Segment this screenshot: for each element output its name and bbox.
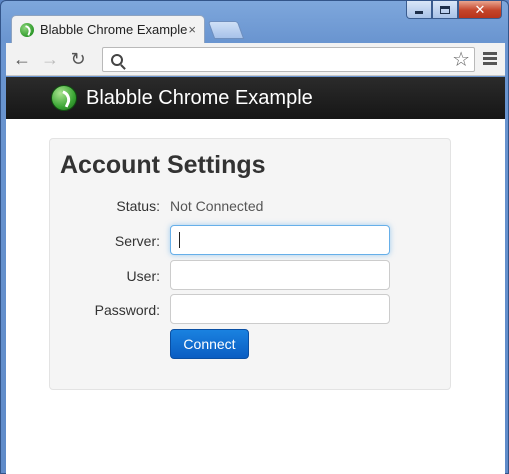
browser-window: ✕ Blabble Chrome Example × ← → ↻ ☆ Blabb… [0, 0, 509, 474]
brand-title[interactable]: Blabble Chrome Example [86, 87, 313, 110]
close-window-button[interactable]: ✕ [458, 1, 502, 19]
tab-close-icon[interactable]: × [188, 22, 196, 37]
tab-title: Blabble Chrome Example [40, 22, 188, 37]
back-button[interactable]: ← [10, 47, 34, 71]
server-field[interactable] [170, 225, 390, 255]
minimize-icon [415, 11, 423, 14]
password-field[interactable] [170, 294, 390, 324]
new-tab-button[interactable] [207, 21, 245, 39]
maximize-icon [440, 5, 450, 14]
account-settings-panel: Account Settings Status: Not Connected S… [49, 138, 451, 390]
connect-button[interactable]: Connect [170, 329, 249, 359]
browser-toolbar: ← → ↻ ☆ [6, 43, 505, 76]
app-navbar: Blabble Chrome Example [6, 77, 505, 119]
status-value: Not Connected [170, 198, 264, 214]
reload-button[interactable]: ↻ [66, 47, 90, 71]
page-title: Account Settings [60, 151, 266, 179]
bookmark-star-icon[interactable]: ☆ [452, 50, 470, 70]
user-field[interactable] [170, 260, 390, 290]
text-caret [179, 232, 180, 248]
address-input[interactable] [129, 49, 453, 70]
minimize-button[interactable] [406, 1, 432, 19]
maximize-button[interactable] [432, 1, 458, 19]
blabble-logo-icon [51, 85, 77, 111]
browser-tab[interactable]: Blabble Chrome Example × [11, 15, 205, 43]
search-icon [111, 53, 123, 66]
user-label: User: [126, 268, 160, 284]
close-icon: ✕ [474, 2, 486, 17]
page-content: Blabble Chrome Example Account Settings … [6, 77, 505, 474]
blabble-logo-icon [20, 22, 34, 37]
address-bar[interactable]: ☆ [102, 47, 475, 72]
hamburger-menu-icon[interactable] [483, 52, 497, 67]
password-label: Password: [94, 302, 160, 318]
server-label: Server: [114, 233, 160, 249]
status-label: Status: [116, 198, 160, 214]
window-controls: ✕ [406, 1, 502, 19]
forward-button[interactable]: → [38, 47, 62, 71]
